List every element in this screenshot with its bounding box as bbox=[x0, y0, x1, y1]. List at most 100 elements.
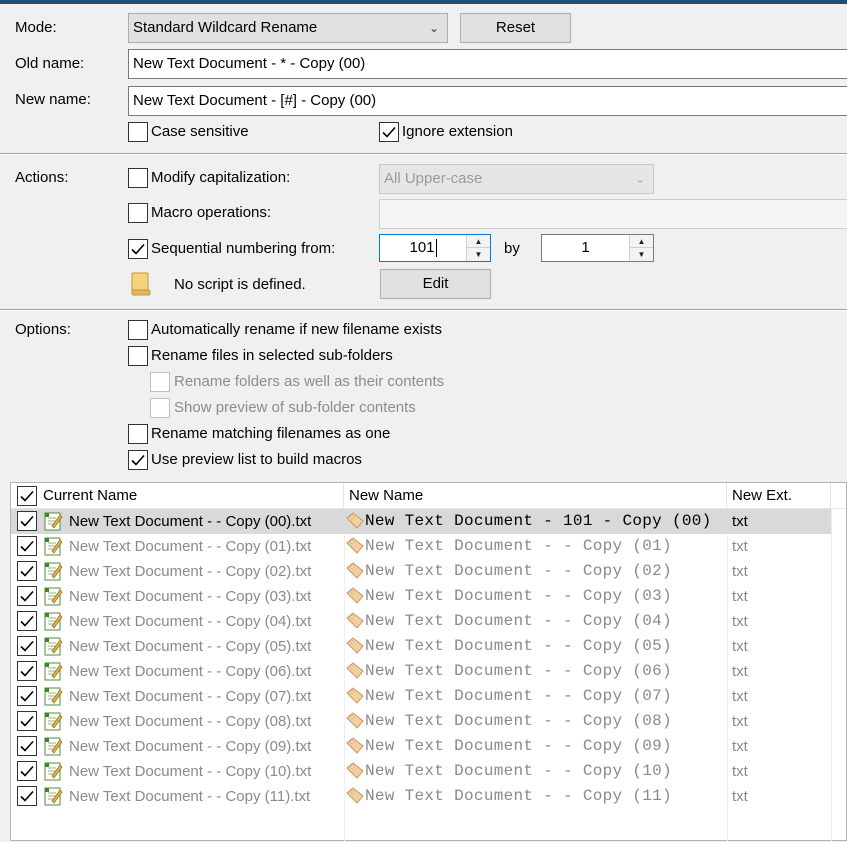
macro-operations-checkbox[interactable] bbox=[128, 203, 148, 223]
row-checkbox[interactable] bbox=[17, 761, 37, 781]
table-row[interactable]: New Text Document - - Copy (10).txt New T… bbox=[11, 759, 831, 784]
table-row[interactable]: New Text Document - - Copy (01).txt New T… bbox=[11, 534, 831, 559]
row-checkbox[interactable] bbox=[17, 561, 37, 581]
new-name-cell: New Text Document - - Copy (08) bbox=[365, 712, 672, 730]
new-name-label: New name: bbox=[15, 91, 91, 108]
mode-label: Mode: bbox=[15, 19, 57, 36]
new-name-cell: New Text Document - - Copy (09) bbox=[365, 737, 672, 755]
text-file-icon bbox=[43, 786, 63, 810]
text-file-icon bbox=[43, 561, 63, 585]
select-all-checkbox[interactable] bbox=[17, 486, 37, 506]
new-name-cell: New Text Document - - Copy (02) bbox=[365, 562, 672, 580]
current-name-cell: New Text Document - - Copy (00).txt bbox=[69, 513, 312, 530]
table-row[interactable]: New Text Document - - Copy (09).txt New T… bbox=[11, 734, 831, 759]
table-row[interactable]: New Text Document - - Copy (11).txt New T… bbox=[11, 784, 831, 809]
table-row[interactable]: New Text Document - - Copy (02).txt New T… bbox=[11, 559, 831, 584]
column-new-name[interactable]: New Name bbox=[345, 483, 727, 509]
row-checkbox[interactable] bbox=[17, 786, 37, 806]
sequential-numbering-label: Sequential numbering from: bbox=[151, 240, 336, 257]
new-ext-cell: txt bbox=[732, 513, 748, 530]
text-file-icon bbox=[43, 636, 63, 660]
options-label: Options: bbox=[15, 321, 71, 338]
current-name-cell: New Text Document - - Copy (05).txt bbox=[69, 638, 312, 655]
tag-icon bbox=[345, 762, 365, 784]
row-checkbox[interactable] bbox=[17, 686, 37, 706]
new-name-input[interactable]: New Text Document - [#] - Copy (00) bbox=[128, 86, 847, 116]
sequential-numbering-checkbox[interactable] bbox=[128, 239, 148, 259]
table-row[interactable]: New Text Document - - Copy (08).txt New T… bbox=[11, 709, 831, 734]
tag-icon bbox=[345, 637, 365, 659]
rename-folders-contents-checkbox[interactable] bbox=[150, 372, 170, 392]
new-ext-cell: txt bbox=[732, 613, 748, 630]
current-name-cell: New Text Document - - Copy (06).txt bbox=[69, 663, 312, 680]
reset-button[interactable]: Reset bbox=[460, 13, 571, 43]
modify-capitalization-checkbox[interactable] bbox=[128, 168, 148, 188]
actions-label: Actions: bbox=[15, 169, 69, 186]
current-name-cell: New Text Document - - Copy (02).txt bbox=[69, 563, 312, 580]
row-checkbox[interactable] bbox=[17, 736, 37, 756]
show-preview-subfolders-label: Show preview of sub-folder contents bbox=[174, 399, 416, 416]
auto-rename-checkbox[interactable] bbox=[128, 320, 148, 340]
new-name-cell: New Text Document - - Copy (06) bbox=[365, 662, 672, 680]
column-new-ext[interactable]: New Ext. bbox=[728, 483, 831, 509]
row-checkbox[interactable] bbox=[17, 536, 37, 556]
table-row[interactable]: New Text Document - - Copy (06).txt New T… bbox=[11, 659, 831, 684]
row-checkbox[interactable] bbox=[17, 511, 37, 531]
chevron-down-icon: ⌄ bbox=[428, 21, 439, 35]
numbering-by-spinner[interactable]: 1 ▲ ▼ bbox=[541, 234, 654, 262]
edit-script-button[interactable]: Edit bbox=[380, 269, 491, 299]
old-name-input[interactable]: New Text Document - * - Copy (00) bbox=[128, 49, 847, 79]
new-name-cell: New Text Document - 101 - Copy (00) bbox=[365, 512, 712, 530]
use-preview-list-label: Use preview list to build macros bbox=[151, 451, 362, 468]
rename-matching-checkbox[interactable] bbox=[128, 424, 148, 444]
new-ext-cell: txt bbox=[732, 763, 748, 780]
row-checkbox[interactable] bbox=[17, 661, 37, 681]
list-header: Current Name New Name New Ext. bbox=[11, 483, 846, 509]
table-row[interactable]: New Text Document - - Copy (07).txt New T… bbox=[11, 684, 831, 709]
numbering-from-spinner[interactable]: 101 ▲ ▼ bbox=[379, 234, 491, 262]
tag-icon bbox=[345, 737, 365, 759]
table-row[interactable]: New Text Document - - Copy (04).txt New T… bbox=[11, 609, 831, 634]
spin-down-icon[interactable]: ▼ bbox=[630, 248, 653, 261]
rename-subfolders-checkbox[interactable] bbox=[128, 346, 148, 366]
checkmark-icon bbox=[20, 640, 34, 652]
column-current-name[interactable]: Current Name bbox=[39, 483, 344, 509]
macro-operations-label: Macro operations: bbox=[151, 204, 272, 221]
spin-up-icon[interactable]: ▲ bbox=[467, 235, 490, 248]
checkmark-icon bbox=[20, 740, 34, 752]
new-name-cell: New Text Document - - Copy (05) bbox=[365, 637, 672, 655]
new-name-cell: New Text Document - - Copy (03) bbox=[365, 587, 672, 605]
new-ext-cell: txt bbox=[732, 738, 748, 755]
row-checkbox[interactable] bbox=[17, 636, 37, 656]
text-file-icon bbox=[43, 761, 63, 785]
case-sensitive-checkbox[interactable] bbox=[128, 122, 148, 142]
current-name-cell: New Text Document - - Copy (10).txt bbox=[69, 763, 312, 780]
use-preview-list-checkbox[interactable] bbox=[128, 450, 148, 470]
table-row[interactable]: New Text Document - - Copy (03).txt New T… bbox=[11, 584, 831, 609]
spin-down-icon[interactable]: ▼ bbox=[467, 248, 490, 261]
capitalization-value: All Upper-case bbox=[384, 170, 483, 187]
row-checkbox[interactable] bbox=[17, 586, 37, 606]
text-file-icon bbox=[43, 661, 63, 685]
rename-preview-list[interactable]: Current Name New Name New Ext. New Text … bbox=[10, 482, 847, 842]
tag-icon bbox=[345, 512, 365, 534]
rename-subfolders-label: Rename files in selected sub-folders bbox=[151, 347, 393, 364]
script-status-text: No script is defined. bbox=[174, 276, 306, 293]
row-checkbox[interactable] bbox=[17, 711, 37, 731]
tag-icon bbox=[345, 687, 365, 709]
checkmark-icon bbox=[20, 565, 34, 577]
show-preview-subfolders-checkbox[interactable] bbox=[150, 398, 170, 418]
capitalization-dropdown[interactable]: All Upper-case ⌄ bbox=[379, 164, 654, 194]
current-name-cell: New Text Document - - Copy (11).txt bbox=[69, 788, 311, 805]
numbering-by-value[interactable]: 1 bbox=[542, 235, 629, 261]
mode-dropdown[interactable]: Standard Wildcard Rename ⌄ bbox=[128, 13, 448, 43]
table-row[interactable]: New Text Document - - Copy (00).txt New T… bbox=[11, 509, 831, 534]
table-row[interactable]: New Text Document - - Copy (05).txt New T… bbox=[11, 634, 831, 659]
spin-up-icon[interactable]: ▲ bbox=[630, 235, 653, 248]
numbering-from-value[interactable]: 101 bbox=[409, 239, 434, 256]
text-file-icon bbox=[43, 711, 63, 735]
ignore-extension-label: Ignore extension bbox=[402, 123, 513, 140]
ignore-extension-checkbox[interactable] bbox=[379, 122, 399, 142]
row-checkbox[interactable] bbox=[17, 611, 37, 631]
macro-operations-input[interactable] bbox=[379, 199, 847, 229]
